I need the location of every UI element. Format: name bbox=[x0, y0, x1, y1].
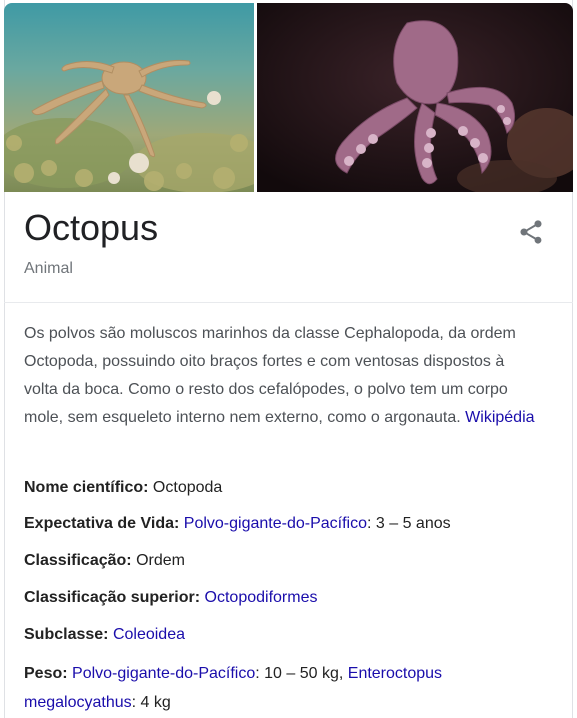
fact-link[interactable]: Enteroctopus bbox=[348, 665, 442, 682]
fact-scientific-name: Nome científico: Octopoda bbox=[24, 475, 544, 501]
fact-label: Classificação superior: bbox=[24, 589, 201, 606]
share-icon bbox=[520, 220, 542, 244]
description: Os polvos são moluscos marinhos da class… bbox=[24, 320, 539, 432]
wikipedia-link[interactable]: Wikipédia bbox=[465, 409, 534, 426]
fact-label: Subclasse: bbox=[24, 626, 109, 643]
share-button[interactable] bbox=[517, 218, 545, 246]
description-text: Os polvos são moluscos marinhos da class… bbox=[24, 325, 516, 426]
fact-link[interactable]: Coleoidea bbox=[113, 626, 185, 643]
fact-label: Classificação: bbox=[24, 552, 132, 569]
fact-label: Expectativa de Vida: bbox=[24, 515, 180, 532]
image-strip bbox=[4, 3, 573, 192]
entity-title: Octopus bbox=[24, 207, 159, 248]
fact-label: Peso: bbox=[24, 665, 68, 682]
fact-value: Ordem bbox=[136, 552, 185, 569]
fact-value: Octopoda bbox=[152, 479, 223, 496]
fact-value: : 10 – 50 kg, bbox=[255, 665, 348, 682]
fact-link[interactable]: Polvo-gigante-do-Pacífico bbox=[184, 515, 367, 532]
fact-link[interactable]: Octopodiformes bbox=[205, 589, 318, 606]
fact-label: Nome científico: bbox=[24, 479, 149, 496]
fact-value: : 4 kg bbox=[131, 694, 171, 711]
octopus-tank-image[interactable] bbox=[257, 3, 573, 192]
fact-classification: Classificação: Ordem bbox=[24, 548, 544, 574]
entity-subtitle: Animal bbox=[24, 260, 73, 277]
octopus-reef-image[interactable] bbox=[4, 3, 254, 192]
fact-weight: Peso: Polvo-gigante-do-Pacífico: 10 – 50… bbox=[24, 659, 544, 717]
fact-subclass: Subclasse: Coleoidea bbox=[24, 622, 544, 648]
fact-life-expectancy: Expectativa de Vida: Polvo-gigante-do-Pa… bbox=[24, 511, 544, 537]
fact-link[interactable]: Polvo-gigante-do-Pacífico bbox=[72, 665, 255, 682]
fact-link[interactable]: megalocyathus bbox=[24, 694, 132, 711]
divider bbox=[4, 302, 573, 303]
panel-header: Octopus Animal bbox=[24, 196, 553, 296]
fact-superior-classification: Classificação superior: Octopodiformes bbox=[24, 585, 544, 611]
fact-value: : 3 – 5 anos bbox=[367, 515, 451, 532]
